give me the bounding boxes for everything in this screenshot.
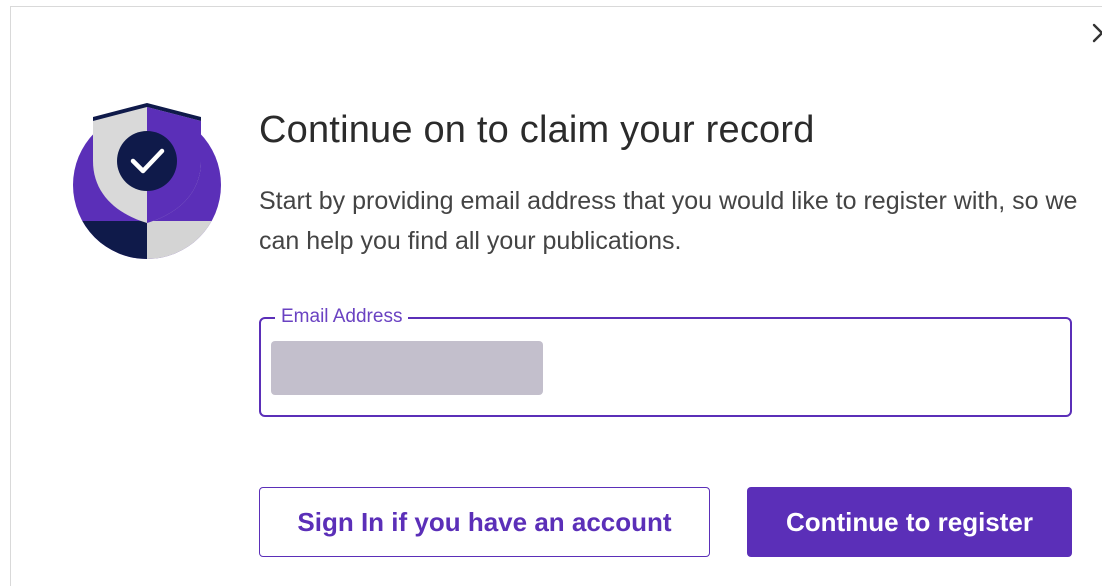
claim-record-dialog: Continue on to claim your record Start b… <box>10 6 1102 586</box>
sign-in-button[interactable]: Sign In if you have an account <box>259 487 710 557</box>
close-icon <box>1092 23 1102 43</box>
dialog-description: Start by providing email address that yo… <box>259 187 1078 255</box>
dialog-title: Continue on to claim your record <box>259 109 815 151</box>
shield-check-icon <box>71 99 223 259</box>
continue-to-register-button[interactable]: Continue to register <box>747 487 1072 557</box>
close-button[interactable] <box>1089 19 1102 47</box>
email-input[interactable] <box>271 339 1051 395</box>
email-field-label: Email Address <box>275 305 409 329</box>
email-field: Email Address <box>259 305 1072 417</box>
